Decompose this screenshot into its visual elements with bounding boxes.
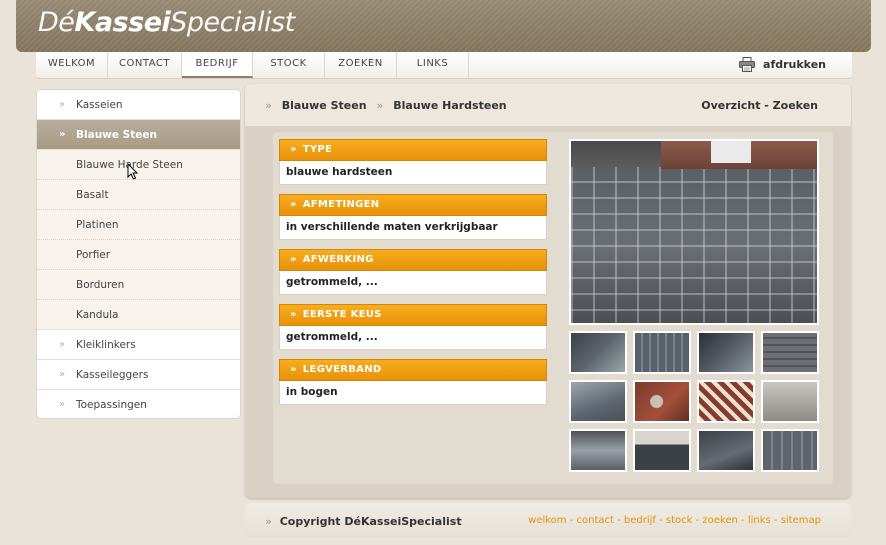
sidebar-item-kleiklinkers[interactable]: » Kleiklinkers: [37, 330, 240, 360]
sidebar-item-label: Toepassingen: [76, 399, 147, 411]
logo-text-post: Specialist: [170, 7, 295, 38]
sidebar-subitem-basalt[interactable]: Basalt: [37, 180, 240, 210]
footer-link-separator: -: [566, 515, 577, 526]
footer-links: welkom - contact - bedrijf - stock - zoe…: [528, 515, 821, 526]
footer-link-zoeken[interactable]: zoeken: [702, 515, 737, 526]
sidebar-item-label: Platinen: [76, 219, 119, 231]
sidebar-subitem-blauwe-harde-steen[interactable]: Blauwe Harde Steen: [37, 150, 240, 180]
tab-links[interactable]: LINKS: [397, 52, 469, 78]
sidebar-item-label: Kasseien: [76, 99, 123, 111]
sidebar-item-label: Porfier: [76, 249, 111, 261]
thumbnail-photo[interactable]: [761, 331, 819, 374]
print-label: afdrukken: [763, 57, 826, 71]
footer-link-sitemap[interactable]: sitemap: [781, 515, 821, 526]
property-afmetingen: » AFMETINGEN in verschillende maten verkr…: [279, 194, 547, 240]
sidebar-subitem-platinen[interactable]: Platinen: [37, 210, 240, 240]
sidebar-item-kasseileggers[interactable]: » Kasseileggers: [37, 360, 240, 390]
thumbnail-photo[interactable]: [633, 380, 691, 423]
site-header: DéKasseiSpecialist: [16, 0, 871, 52]
mouse-cursor-icon: [127, 163, 138, 180]
property-value: in verschillende maten verkrijgbaar: [279, 216, 547, 240]
tab-stock[interactable]: STOCK: [253, 52, 325, 78]
thumbnail-photo[interactable]: [569, 380, 627, 423]
thumbnail-photo[interactable]: [633, 429, 691, 472]
tab-zoeken[interactable]: ZOEKEN: [325, 52, 397, 78]
sidebar-item-label: Kleiklinkers: [76, 339, 136, 351]
main-product-photo[interactable]: [569, 139, 819, 325]
property-value: getrommeld, ...: [279, 326, 547, 350]
breadcrumb-item[interactable]: Blauwe Hardsteen: [393, 99, 506, 112]
property-header: » AFWERKING: [279, 249, 547, 271]
breadcrumb-item[interactable]: Blauwe Steen: [282, 99, 367, 112]
footer-copyright: » Copyright DéKasseiSpecialist: [265, 515, 462, 528]
property-type: » TYPE blauwe hardsteen: [279, 139, 547, 185]
chevron-right-icon: »: [59, 369, 66, 380]
sidebar-item-label: Kandula: [76, 309, 119, 321]
footer-link-links[interactable]: links: [748, 515, 771, 526]
thumbnail-photo[interactable]: [569, 429, 627, 472]
property-eerste-keus: » EERSTE KEUS getrommeld, ...: [279, 304, 547, 350]
main-topbar: » Blauwe Steen » Blauwe Hardsteen Overzi…: [245, 84, 851, 126]
footer-link-contact[interactable]: contact: [577, 515, 614, 526]
footer-link-welkom[interactable]: welkom: [528, 515, 566, 526]
thumbnail-photo[interactable]: [569, 331, 627, 374]
sidebar-item-blauwe-steen[interactable]: » Blauwe Steen: [37, 120, 240, 150]
footer-link-bedrijf[interactable]: bedrijf: [624, 515, 656, 526]
thumbnail-photo[interactable]: [761, 380, 819, 423]
tab-contact[interactable]: CONTACT: [108, 52, 182, 78]
property-value: getrommeld, ...: [279, 271, 547, 295]
sidebar-item-label: Kasseileggers: [76, 369, 149, 381]
thumbnail-photo[interactable]: [697, 429, 755, 472]
thumbnail-photo[interactable]: [697, 331, 755, 374]
footer-link-separator: -: [692, 515, 703, 526]
footer: » Copyright DéKasseiSpecialist welkom - c…: [245, 503, 851, 537]
copyright-text: Copyright DéKasseiSpecialist: [279, 515, 462, 528]
chevron-right-icon: »: [376, 99, 384, 112]
thumbnail-photo[interactable]: [633, 331, 691, 374]
logo-text-bold: Kassei: [74, 7, 171, 38]
footer-link-separator: -: [655, 515, 666, 526]
chevron-right-icon: »: [59, 339, 66, 350]
sidebar-item-label: Basalt: [76, 189, 109, 201]
property-value: in bogen: [279, 381, 547, 405]
property-header: » EERSTE KEUS: [279, 304, 547, 326]
footer-link-stock[interactable]: stock: [666, 515, 693, 526]
tab-bedrijf[interactable]: BEDRIJF: [182, 52, 253, 78]
footer-link-separator: -: [737, 515, 748, 526]
sidebar: » Kasseien » Blauwe Steen Blauwe Harde Ste…: [36, 89, 241, 419]
property-legverband: » LEGVERBAND in bogen: [279, 359, 547, 405]
property-value: blauwe hardsteen: [279, 161, 547, 185]
site-logo[interactable]: DéKasseiSpecialist: [38, 7, 295, 38]
footer-link-separator: -: [770, 515, 781, 526]
footer-link-separator: -: [613, 515, 624, 526]
chevron-right-icon: »: [265, 515, 272, 528]
property-header: » AFMETINGEN: [279, 194, 547, 216]
thumbnail-photo[interactable]: [761, 429, 819, 472]
main-nav: WELKOM CONTACT BEDRIJF STOCK ZOEKEN LINK…: [36, 52, 852, 79]
property-header: » TYPE: [279, 139, 547, 161]
sidebar-subitem-kandula[interactable]: Kandula: [37, 300, 240, 330]
chevron-right-icon: »: [59, 399, 66, 410]
overview-search-link[interactable]: Overzicht - Zoeken: [701, 99, 818, 112]
chevron-down-icon: »: [59, 129, 66, 140]
chevron-right-icon: »: [265, 99, 272, 112]
sidebar-item-label: Blauwe Steen: [76, 129, 157, 141]
logo-text-pre: Dé: [38, 7, 75, 38]
breadcrumb: » Blauwe Steen » Blauwe Hardsteen: [265, 99, 507, 112]
printer-icon: [739, 57, 756, 72]
property-header: » LEGVERBAND: [279, 359, 547, 381]
sidebar-item-kasseien[interactable]: » Kasseien: [37, 90, 240, 120]
tab-welkom[interactable]: WELKOM: [36, 52, 108, 78]
sidebar-item-toepassingen[interactable]: » Toepassingen: [37, 390, 240, 418]
sidebar-item-label: Borduren: [76, 279, 125, 291]
print-button[interactable]: afdrukken: [739, 57, 826, 72]
sidebar-subitem-borduren[interactable]: Borduren: [37, 270, 240, 300]
sidebar-subitem-porfier[interactable]: Porfier: [37, 240, 240, 270]
thumbnail-photo[interactable]: [697, 380, 755, 423]
chevron-right-icon: »: [59, 99, 66, 110]
property-afwerking: » AFWERKING getrommeld, ...: [279, 249, 547, 295]
